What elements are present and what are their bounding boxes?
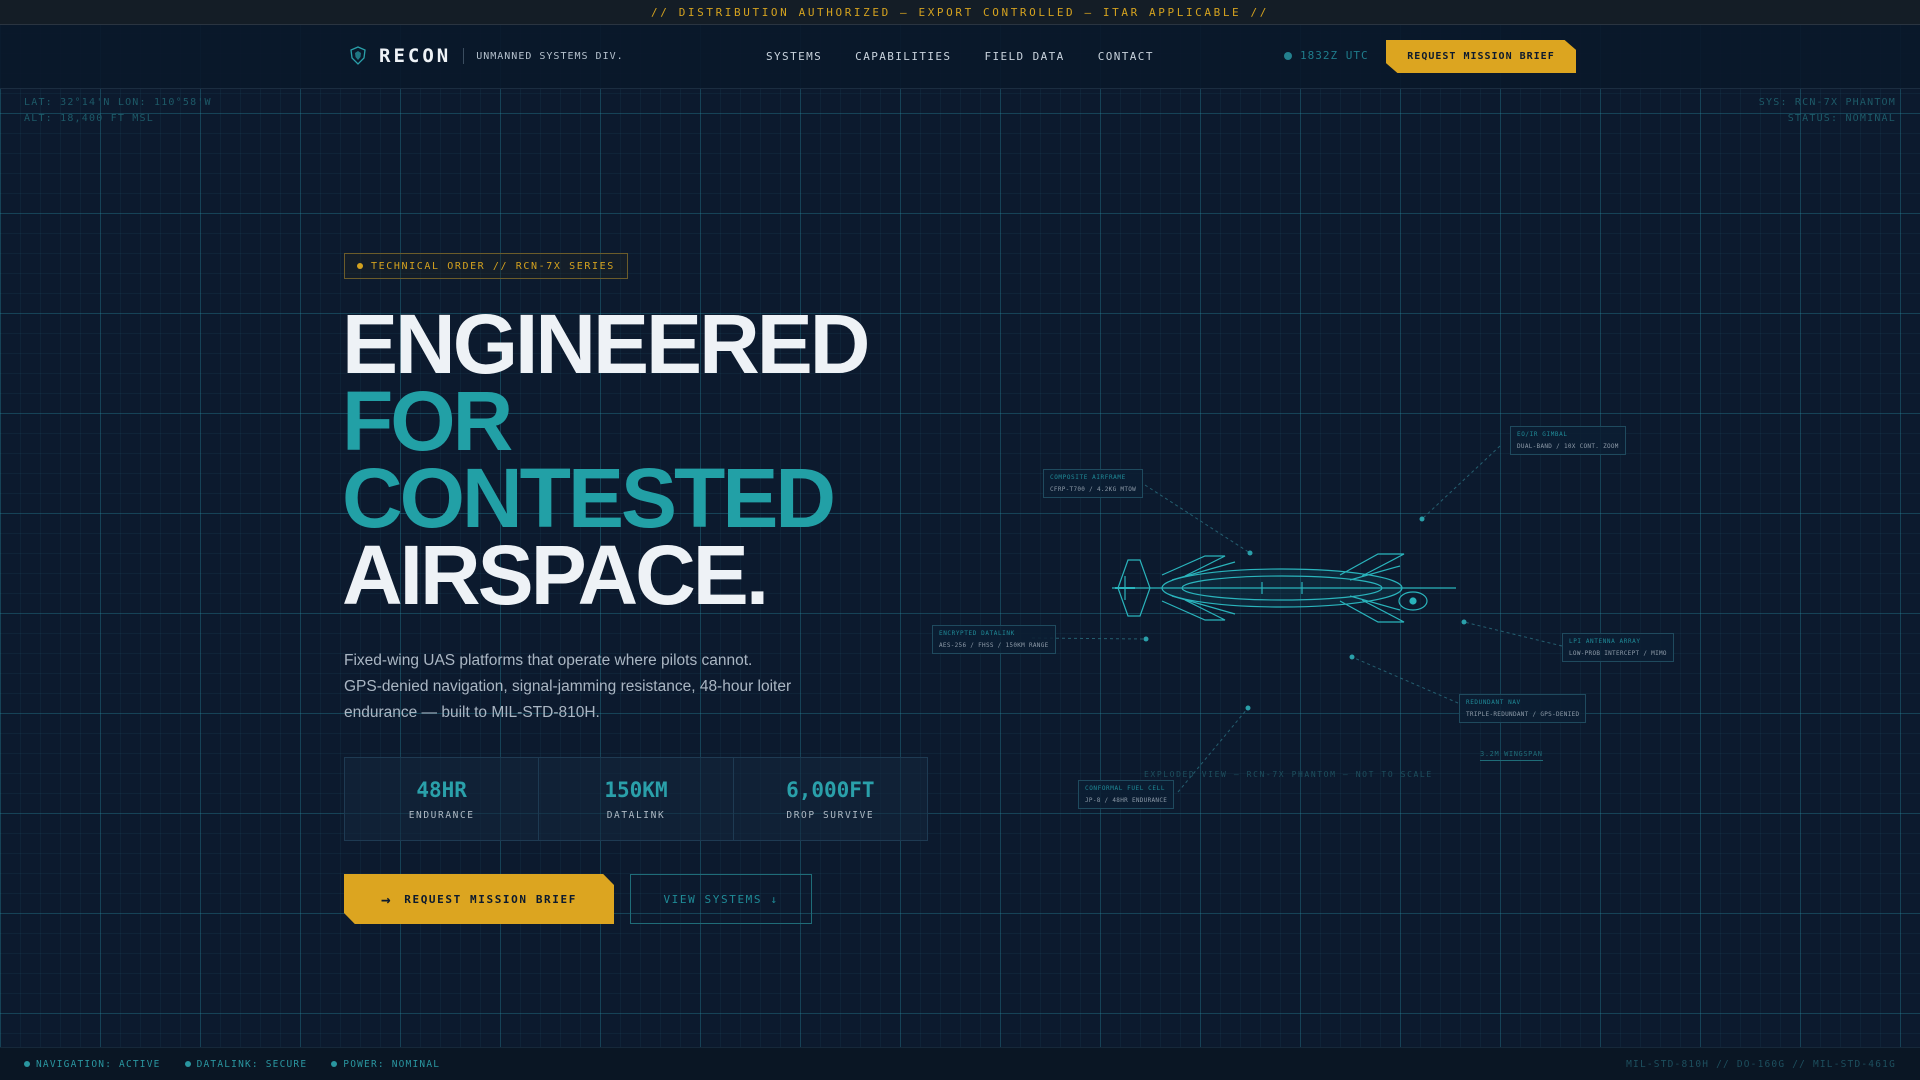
callout-redundant-nav: REDUNDANT NAV TRIPLE-REDUNDANT / GPS-DEN… <box>1459 694 1587 723</box>
status-text: DATALINK: SECURE <box>196 1058 308 1070</box>
status-text: POWER: NOMINAL <box>343 1058 441 1070</box>
standards-list: MIL-STD-810H // DO-160G // MIL-STD-461G <box>1626 1059 1896 1070</box>
status-footer: NAVIGATION: ACTIVE DATALINK: SECURE POWE… <box>0 1047 1920 1080</box>
callout-title: ENCRYPTED DATALINK <box>939 630 1015 637</box>
drone-icon <box>1112 553 1456 623</box>
callout-detail: AES-256 / FHSS / 150KM RANGE <box>939 642 1049 649</box>
callout-detail: JP-8 / 48HR ENDURANCE <box>1085 797 1168 804</box>
status-dot-icon <box>24 1061 30 1067</box>
callout-conformal-fuel-cell: CONFORMAL FUEL CELL JP-8 / 48HR ENDURANC… <box>1078 780 1175 809</box>
system-status-list: NAVIGATION: ACTIVE DATALINK: SECURE POWE… <box>24 1059 464 1070</box>
status-dot-icon <box>184 1061 191 1067</box>
callout-title: LPI ANTENNA ARRAY <box>1569 638 1641 645</box>
callout-title: EO/IR GIMBAL <box>1517 431 1568 438</box>
callout-detail: DUAL-BAND / 10X CONT. ZOOM <box>1517 443 1619 450</box>
status-text: NAVIGATION: ACTIVE <box>36 1058 161 1070</box>
callout-lpi-antenna-array: LPI ANTENNA ARRAY LOW-PROB INTERCEPT / M… <box>1562 633 1674 662</box>
callout-title: COMPOSITE AIRFRAME <box>1050 474 1126 481</box>
diagram-caption: EXPLODED VIEW — RCN-7X PHANTOM — NOT TO … <box>1144 770 1433 779</box>
status-dot-icon <box>331 1061 338 1067</box>
wingspan-label: 3.2M WINGSPAN <box>1480 750 1543 761</box>
status-navigation: NAVIGATION: ACTIVE <box>24 1059 161 1070</box>
drone-schematic <box>1031 445 1563 793</box>
callout-composite-airframe: COMPOSITE AIRFRAME CFRP-T700 / 4.2KG MTO… <box>1043 469 1144 498</box>
status-power: POWER: NOMINAL <box>331 1059 440 1070</box>
callout-encrypted-datalink: ENCRYPTED DATALINK AES-256 / FHSS / 150K… <box>932 625 1056 654</box>
status-datalink: DATALINK: SECURE <box>184 1058 308 1070</box>
callout-title: REDUNDANT NAV <box>1466 699 1521 706</box>
callout-eo-ir-gimbal: EO/IR GIMBAL DUAL-BAND / 10X CONT. ZOOM <box>1510 426 1626 455</box>
callout-detail: CFRP-T700 / 4.2KG MTOW <box>1050 486 1137 493</box>
callout-title: CONFORMAL FUEL CELL <box>1085 785 1166 792</box>
callout-detail: LOW-PROB INTERCEPT / MIMO <box>1569 650 1667 657</box>
callout-detail: TRIPLE-REDUNDANT / GPS-DENIED <box>1466 711 1580 718</box>
